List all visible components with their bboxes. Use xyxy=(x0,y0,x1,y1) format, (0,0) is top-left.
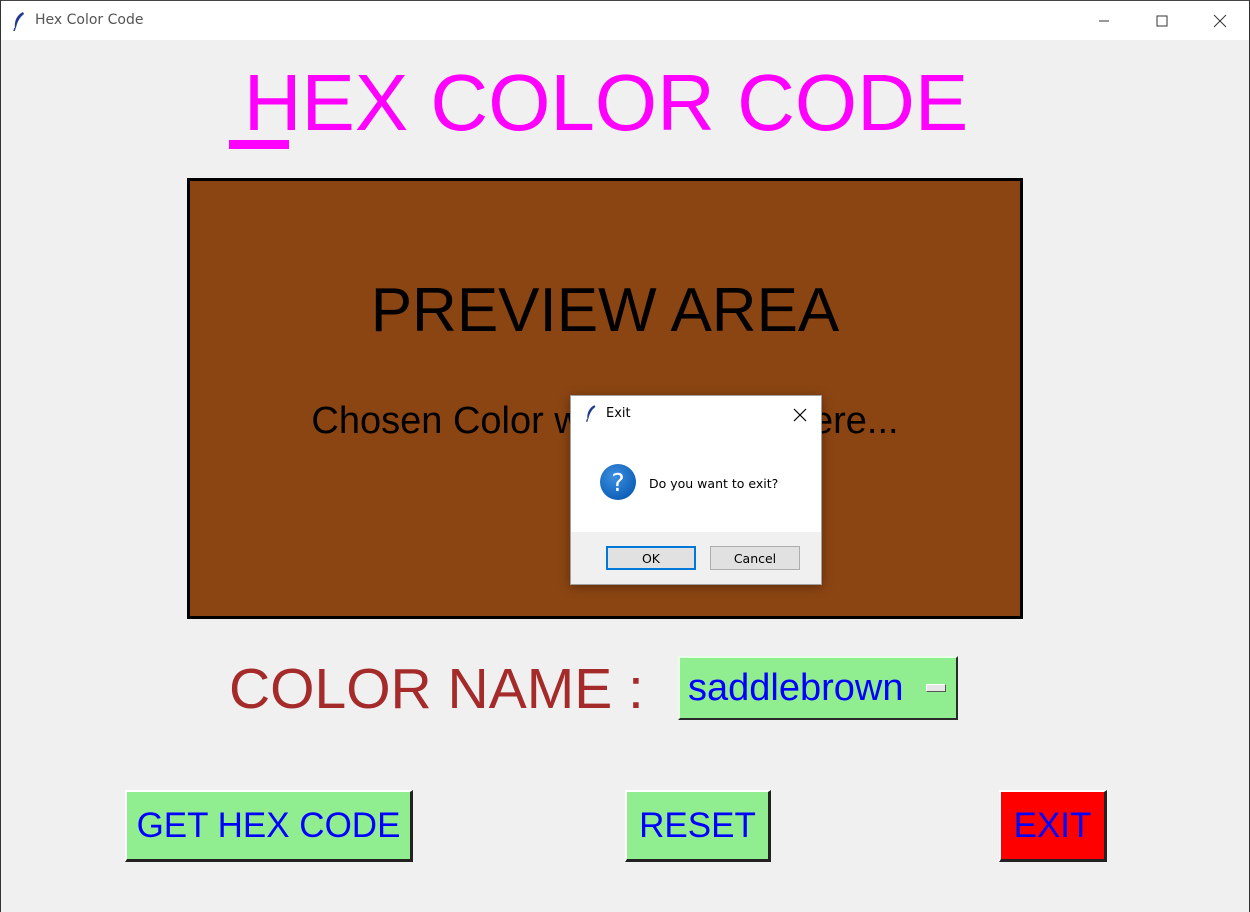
color-name-value: saddlebrown xyxy=(688,667,904,709)
title-underline xyxy=(229,140,289,149)
close-button[interactable] xyxy=(1191,2,1249,40)
app-window: Hex Color Code HEX COLOR CODE PREVIEW AR… xyxy=(0,0,1250,912)
preview-title: PREVIEW AREA xyxy=(370,276,840,345)
svg-text:?: ? xyxy=(611,468,624,497)
exit-dialog: Exit ? Do you want to exit? OK Cancel xyxy=(570,395,822,585)
color-name-label: COLOR NAME : xyxy=(229,657,644,721)
option-menu-indicator-icon xyxy=(926,684,946,692)
page-title: HEX COLOR CODE xyxy=(1,58,1211,148)
close-icon xyxy=(793,408,807,422)
question-icon: ? xyxy=(599,463,637,501)
dialog-title-bar: Exit xyxy=(571,396,821,432)
page-title-rest: EX COLOR CODE xyxy=(301,58,969,147)
dialog-message: Do you want to exit? xyxy=(649,476,779,491)
window-title: Hex Color Code xyxy=(35,12,144,28)
minimize-button[interactable] xyxy=(1075,2,1133,40)
color-name-dropdown[interactable]: saddlebrown xyxy=(678,656,958,720)
close-icon xyxy=(1213,14,1227,28)
cancel-button[interactable]: Cancel xyxy=(710,546,800,570)
exit-button[interactable]: EXIT xyxy=(999,790,1107,862)
dialog-footer: OK Cancel xyxy=(571,532,821,584)
reset-button[interactable]: RESET xyxy=(625,790,771,862)
dialog-close-button[interactable] xyxy=(787,404,813,426)
maximize-icon xyxy=(1156,15,1168,27)
feather-icon xyxy=(11,11,27,32)
dialog-title: Exit xyxy=(606,406,631,421)
feather-icon xyxy=(584,404,598,422)
get-hex-code-button[interactable]: GET HEX CODE xyxy=(125,790,413,862)
maximize-button[interactable] xyxy=(1133,2,1191,40)
ok-button[interactable]: OK xyxy=(606,546,696,570)
title-bar: Hex Color Code xyxy=(1,0,1249,40)
minimize-icon xyxy=(1099,20,1109,22)
page-title-first-letter: H xyxy=(243,58,302,147)
